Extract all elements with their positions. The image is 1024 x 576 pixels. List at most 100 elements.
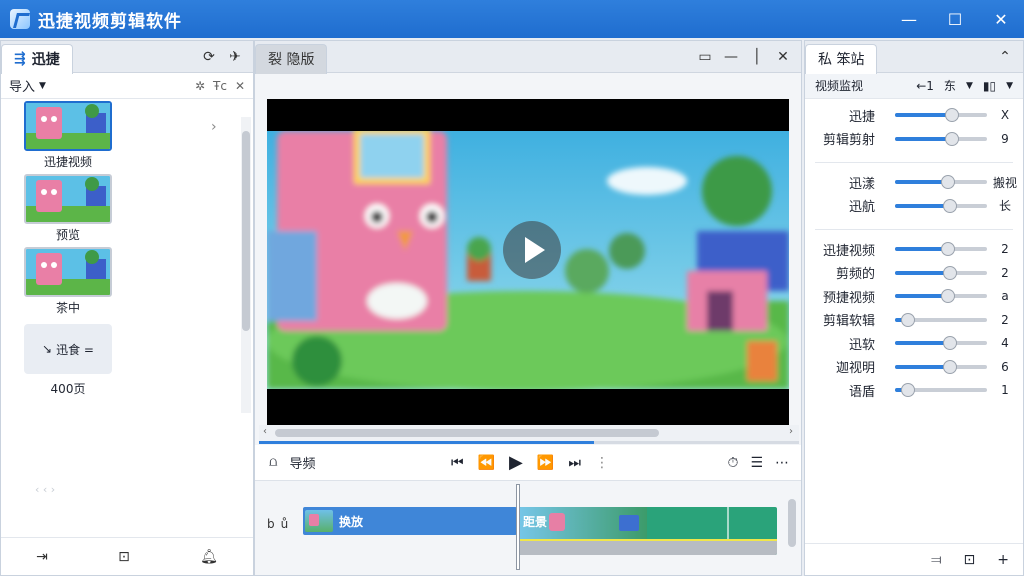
timeline-clip-b[interactable]: 距景 [519,507,777,555]
play-overlay-button[interactable] [503,221,561,279]
timer-icon[interactable]: ⏱ [728,455,739,471]
list-icon[interactable]: ☰ [750,455,763,471]
more-vertical-icon[interactable]: ⋮ [595,455,609,471]
timeline-scrollbar[interactable] [787,489,797,569]
slider-track[interactable] [895,131,987,146]
media-thumbnail[interactable] [24,247,112,297]
minimize-panel-icon[interactable]: — [719,45,743,69]
maximize-button[interactable]: ☐ [932,0,978,38]
align-icon[interactable]: ⫤ [931,552,942,568]
skip-forward-icon[interactable]: ⏭ [568,455,581,471]
slider-label: 预捷视频 [822,290,875,306]
title-bar: 迅捷视频剪辑软件 — ☐ ✕ [0,0,1024,38]
slider-knob[interactable] [943,265,958,280]
slider-track[interactable] [895,198,987,213]
slider-track[interactable] [895,175,987,189]
media-item[interactable]: 迅捷视频 [13,101,123,170]
tab-properties[interactable]: 私 笨站 [805,43,878,74]
close-button[interactable]: ✕ [978,0,1024,38]
slider-row: 剪辑软辑 2 [805,310,1023,330]
slider-knob[interactable] [943,336,958,350]
media-thumbnail[interactable] [24,101,112,151]
tab-preview[interactable]: 裂 隐版 [255,43,328,74]
slider-knob[interactable] [941,242,956,256]
settings-icon[interactable]: ✲ [195,79,205,93]
skip-back-icon[interactable]: ⏮ [451,455,464,471]
media-item[interactable]: 茶中 [13,247,123,316]
rewind-icon[interactable]: ⏪ [478,455,495,471]
monitor-label: 视频监视 [815,79,864,93]
slider-label: 迅漾 [848,176,875,192]
scroll-right-icon[interactable]: › [789,426,793,437]
slider-track[interactable] [895,265,987,280]
chevron-right-icon[interactable]: › [211,119,217,135]
track-label[interactable]: 导频 [289,453,315,472]
audio-icon: ↘ [42,342,53,356]
slider-label: 剪辑软辑 [822,314,875,329]
save-icon[interactable]: ⊡ [964,552,976,568]
slider-track[interactable] [895,383,987,397]
timeline-clip-a[interactable]: 换放 [303,507,517,535]
layout-icon[interactable]: ▮▯ [983,79,996,93]
slider-knob[interactable] [943,198,958,213]
add-media-icon[interactable]: ⇥ [36,549,48,565]
close-panel-icon[interactable]: ✕ [771,45,795,69]
close-icon[interactable]: ✕ [235,79,245,93]
slider-track[interactable] [895,336,987,350]
chevron-down-icon[interactable]: ▼ [1006,81,1013,91]
scroll-left-icon[interactable]: ‹ [263,426,267,437]
track-ctrl-lock[interactable]: ů [281,517,289,531]
slider-track[interactable] [895,108,987,122]
tab-properties-label: 私 笨站 [818,52,865,68]
bell-icon[interactable]: 🔔︎ [200,549,218,565]
slider-track[interactable] [895,289,987,303]
collapse-icon[interactable]: ⌃ [993,45,1017,69]
slider-knob[interactable] [943,359,958,374]
timeline-icon[interactable]: ⩍ [269,455,277,470]
refresh-icon[interactable]: ⟳ [197,45,221,69]
slider-knob[interactable] [945,108,960,122]
slider-knob[interactable] [900,383,915,397]
slider-row: 预捷视频 a [805,286,1023,306]
properties-panel: 私 笨站 ⌃ 视频监视 ←1 东 ▼ ▮▯ ▼ 迅捷 X 剪辑剪射 9 迅漾 搬视 迅航长迅… [804,40,1024,576]
slider-value: 长 [998,199,1011,213]
slider-knob[interactable] [941,289,956,303]
caption-icon[interactable]: ▭ [693,45,717,69]
audio-media-item[interactable]: ↘ 迅食 = 400页 [13,320,123,397]
slider-track[interactable] [895,312,987,327]
slider-knob[interactable] [941,175,956,189]
slider-track[interactable] [895,242,987,256]
slider-value: a [1001,289,1009,303]
split-icon[interactable]: │ [745,45,769,69]
forward-icon[interactable]: ⏩ [537,455,554,471]
track-ctrl-b[interactable]: b [267,517,275,531]
slider-label: 语盾 [848,384,875,400]
slider-value: 2 [1001,312,1009,327]
preview-scrollbar[interactable]: ‹ › [259,425,799,441]
video-viewer[interactable] [267,99,789,425]
save-icon[interactable]: ⊡ [118,549,130,565]
chevron-down-icon[interactable]: ▼ [966,81,973,91]
header-value[interactable]: ←1 [916,79,934,93]
slider-knob[interactable] [945,131,960,146]
header-unit[interactable]: 东 [944,77,956,94]
tab-media[interactable]: ⇶ 迅捷 [1,43,73,74]
playback-progress[interactable] [259,441,799,444]
media-scrollbar[interactable] [241,117,251,413]
media-thumbnail[interactable] [24,174,112,224]
play-button[interactable]: ▶ [509,452,523,473]
playhead[interactable] [517,485,519,569]
audio-thumbnail[interactable]: ↘ 迅食 = [24,324,112,374]
slider-knob[interactable] [900,312,915,327]
add-icon[interactable]: + [997,552,1009,568]
slider-row: 语盾 1 [805,380,1023,400]
more-icon[interactable]: ⋯ [775,455,789,471]
minimize-button[interactable]: — [886,0,932,38]
text-tool-icon[interactable]: Ŧc [213,79,227,93]
media-item[interactable]: 预览 [13,174,123,243]
import-button[interactable]: 导入 ▼ [9,76,46,95]
pin-icon[interactable]: ✈ [223,45,247,69]
timeline[interactable]: b ů 换放 距景 [255,481,801,575]
slider-track[interactable] [895,359,987,374]
chevron-down-icon: ▼ [39,80,46,91]
